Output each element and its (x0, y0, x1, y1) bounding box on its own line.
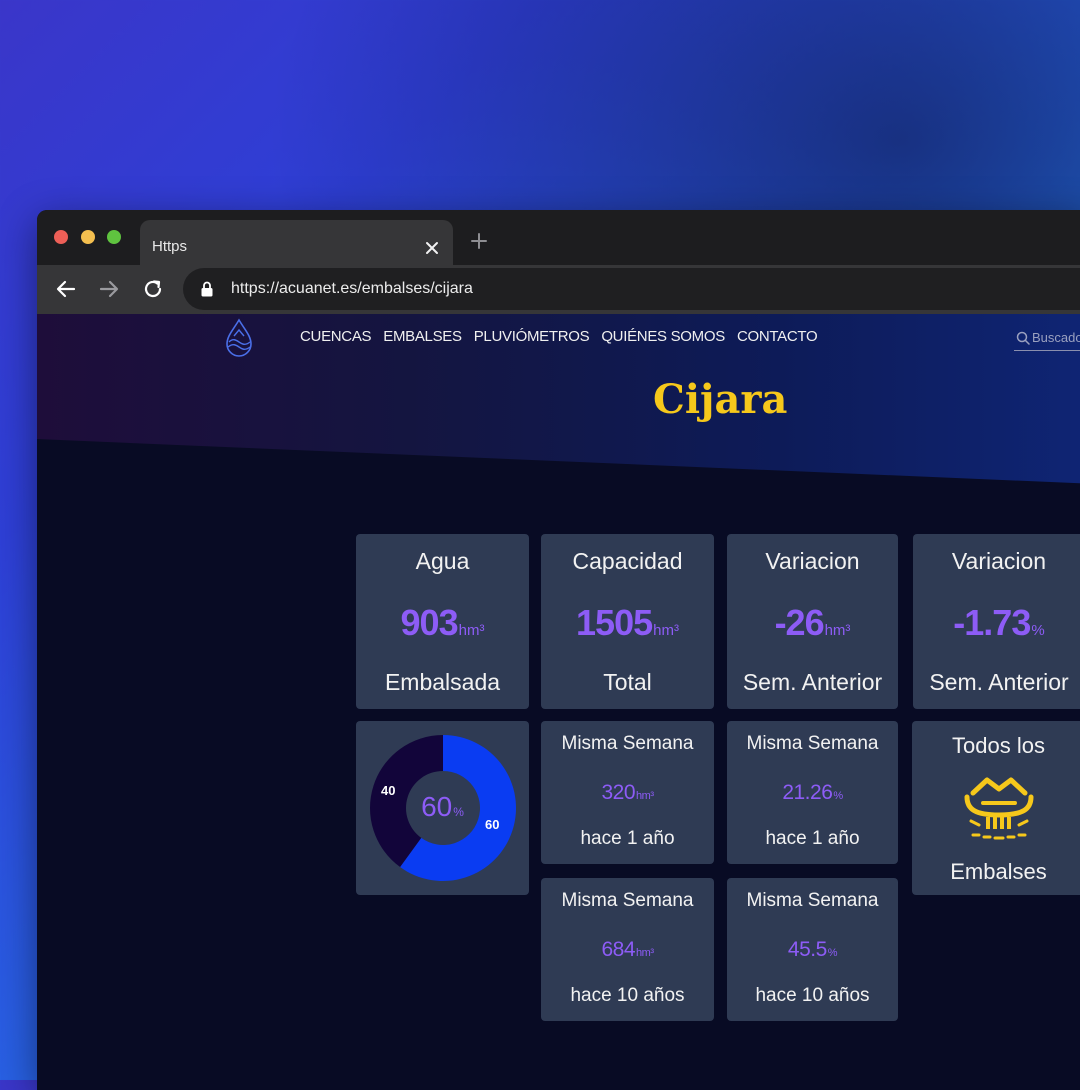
all-reservoirs-button[interactable]: Todos los Embalses (912, 721, 1080, 895)
main-nav: CUENCAS EMBALSES PLUVIÓMETROS QUIÉNES SO… (300, 328, 818, 345)
stat-value: 1505hm³ (576, 602, 679, 643)
comparison-card-1y-pct: Misma Semana 21.26% hace 1 año (727, 721, 898, 864)
nav-item-cuencas[interactable]: CUENCAS (300, 328, 372, 345)
browser-tab[interactable]: Https (140, 220, 453, 265)
comparison-label-bottom: hace 1 año (580, 828, 675, 849)
stat-label-top: Agua (415, 548, 470, 574)
stat-label-top: Variacion (951, 548, 1047, 574)
stat-value: 903hm³ (400, 602, 485, 643)
stat-label-bottom: Sem. Anterior (929, 669, 1069, 695)
all-reservoirs-label-top: Todos los (952, 733, 1045, 758)
comparison-card-10y-pct: Misma Semana 45.5% hace 10 años (727, 878, 898, 1021)
comparison-card-1y-hm3: Misma Semana 320hm³ hace 1 año (541, 721, 714, 864)
close-tab-icon[interactable] (424, 240, 440, 256)
address-bar[interactable]: https://acuanet.es/embalses/cijara (183, 268, 1080, 310)
comparison-label-bottom: hace 10 años (570, 985, 685, 1006)
maximize-window-button[interactable] (107, 230, 121, 244)
reload-icon[interactable] (141, 277, 165, 301)
comparison-value: 45.5% (787, 938, 838, 961)
comparison-label-top: Misma Semana (746, 733, 879, 754)
search-icon (1016, 331, 1030, 345)
reservoir-dam-icon (964, 777, 1034, 840)
comparison-label-top: Misma Semana (561, 733, 694, 754)
stat-label-bottom: Embalsada (384, 669, 501, 695)
search-placeholder: Buscado (1032, 330, 1080, 345)
donut-empty-label: 40 (381, 783, 396, 798)
nav-item-pluviometros[interactable]: PLUVIÓMETROS (474, 328, 590, 345)
stat-card-agua: Agua 903hm³ Embalsada (356, 534, 529, 709)
comparison-label-bottom: hace 10 años (755, 985, 870, 1006)
stat-card-variacion-hm3: Variacion -26hm³ Sem. Anterior (727, 534, 898, 709)
stat-label-bottom: Sem. Anterior (742, 669, 883, 695)
comparison-value: 684hm³ (601, 938, 655, 961)
stat-card-variacion-pct: Variacion -1.73% Sem. Anterior (913, 534, 1080, 709)
stat-value: -1.73% (953, 602, 1045, 643)
search-input[interactable]: Buscado (1014, 328, 1080, 351)
stat-label-top: Capacidad (572, 548, 683, 574)
comparison-label-top: Misma Semana (746, 890, 879, 911)
nav-item-contacto[interactable]: CONTACTO (737, 328, 818, 345)
tab-bar: Https (37, 210, 1080, 265)
stat-label-bottom: Total (603, 669, 652, 695)
comparison-value: 21.26% (782, 781, 843, 804)
tab-title: Https (152, 238, 188, 255)
all-reservoirs-label-bottom: Embalses (950, 859, 1047, 884)
close-window-button[interactable] (54, 230, 68, 244)
minimize-window-button[interactable] (81, 230, 95, 244)
page-title: Cijara (653, 376, 788, 423)
comparison-card-10y-hm3: Misma Semana 684hm³ hace 10 años (541, 878, 714, 1021)
stat-label-top: Variacion (765, 548, 860, 574)
page-content: CUENCAS EMBALSES PLUVIÓMETROS QUIÉNES SO… (37, 314, 1080, 1090)
new-tab-icon[interactable] (470, 232, 488, 250)
stat-card-capacidad: Capacidad 1505hm³ Total (541, 534, 714, 709)
stat-value: -26hm³ (774, 602, 851, 643)
lock-icon (201, 281, 213, 297)
comparison-label-top: Misma Semana (561, 890, 694, 911)
nav-item-embalses[interactable]: EMBALSES (383, 328, 462, 345)
forward-arrow-icon[interactable] (97, 277, 121, 301)
comparison-label-bottom: hace 1 año (765, 828, 860, 849)
browser-window: Https https://acuanet.es/embalses/cijara (37, 210, 1080, 1090)
back-arrow-icon[interactable] (54, 277, 78, 301)
acuanet-logo-icon[interactable] (223, 318, 255, 358)
donut-full-label: 60 (485, 817, 500, 832)
url-text: https://acuanet.es/embalses/cijara (231, 280, 473, 297)
comparison-value: 320hm³ (601, 781, 655, 804)
browser-toolbar: https://acuanet.es/embalses/cijara (37, 265, 1080, 314)
nav-item-quienes-somos[interactable]: QUIÉNES SOMOS (601, 328, 725, 345)
fill-donut-card: 60% 40 60 (356, 721, 529, 895)
